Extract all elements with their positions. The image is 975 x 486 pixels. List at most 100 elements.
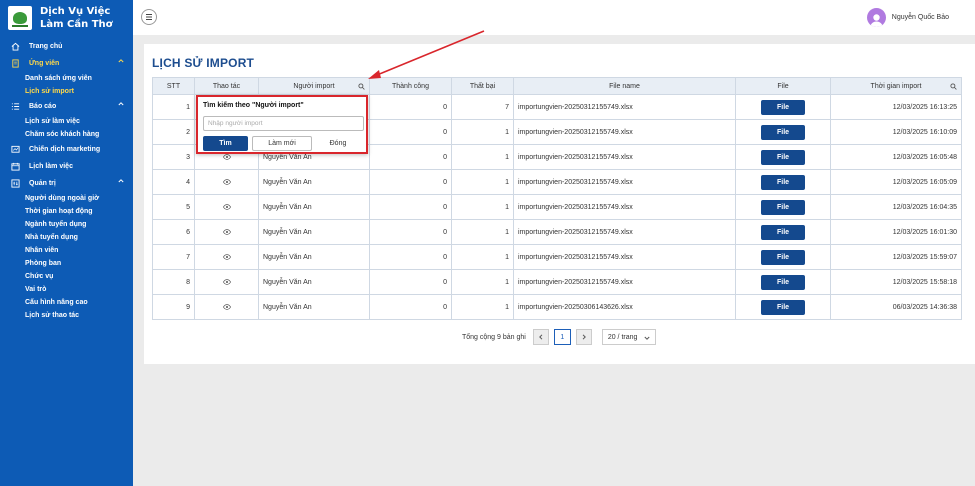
- col-header-importer-label: Người import: [293, 82, 335, 90]
- page-size-select[interactable]: 20 / trang: [601, 329, 656, 345]
- file-download-button[interactable]: File: [761, 299, 805, 315]
- col-header-success: Thành công: [369, 77, 452, 95]
- sidebar-item-thoi-gian-hoat-dong[interactable]: Thời gian hoạt động: [0, 205, 133, 218]
- sidebar-item-nganh-tuyen-dung[interactable]: Ngành tuyển dụng: [0, 218, 133, 231]
- sidebar-item-cham-soc-khach-hang[interactable]: Chăm sóc khách hàng: [0, 128, 133, 141]
- page-size-value: 20 / trang: [607, 333, 638, 341]
- cell-stt: 6: [152, 219, 195, 245]
- sidebar-item-cau-hinh-nang-cao[interactable]: Cấu hình nâng cao: [0, 296, 133, 309]
- cell-file-name: importungvien-20250312155749.xlsx: [513, 144, 736, 170]
- cell-success: 0: [369, 194, 452, 220]
- brand[interactable]: Dịch Vụ Việc Làm Cần Thơ: [0, 0, 133, 35]
- file-download-button[interactable]: File: [761, 174, 805, 190]
- cell-file-name: importungvien-20250306143626.xlsx: [513, 294, 736, 320]
- user-icon: [870, 14, 883, 27]
- sidebar-item-label: Người dùng ngoài giờ: [25, 195, 100, 202]
- sidebar-item-ung-vien[interactable]: Ứng viên: [0, 55, 133, 72]
- chevron-right-icon: [582, 334, 586, 340]
- sidebar-item-nha-tuyen-dung[interactable]: Nhà tuyển dụng: [0, 231, 133, 244]
- file-download-button[interactable]: File: [761, 224, 805, 240]
- list-icon: [11, 102, 20, 111]
- sidebar-item-label: Chiến dịch marketing: [29, 146, 101, 153]
- col-header-import-time[interactable]: Thời gian import: [830, 77, 962, 95]
- eye-icon[interactable]: [222, 253, 231, 261]
- sidebar-nav: Trang chủ Ứng viên Danh sách ứng viên Lịch …: [0, 38, 133, 322]
- cell-failed: 1: [451, 119, 514, 145]
- sidebar-item-label: Phòng ban: [25, 260, 62, 267]
- logo: [8, 5, 32, 30]
- sidebar-item-chien-dich-marketing[interactable]: Chiến dịch marketing: [0, 141, 133, 158]
- home-icon: [11, 42, 20, 51]
- sidebar-item-lich-su-thao-tac[interactable]: Lịch sử thao tác: [0, 309, 133, 322]
- eye-icon[interactable]: [222, 153, 231, 161]
- sidebar-item-nguoi-dung-ngoai-gio[interactable]: Người dùng ngoài giờ: [0, 192, 133, 205]
- user-menu[interactable]: Nguyễn Quốc Bảo: [866, 8, 949, 27]
- eye-icon[interactable]: [222, 203, 231, 211]
- sidebar-item-lich-lam-viec[interactable]: Lịch làm việc: [0, 158, 133, 175]
- table-row: 9 Nguyễn Văn An 0 1 importungvien-2025030614…: [152, 294, 962, 320]
- sidebar-item-vai-tro[interactable]: Vai trò: [0, 283, 133, 296]
- sidebar-item-chuc-vu[interactable]: Chức vụ: [0, 270, 133, 283]
- col-header-import-time-label: Thời gian import: [870, 82, 922, 90]
- file-download-button[interactable]: File: [761, 99, 805, 115]
- sidebar-item-label: Nhân viên: [25, 247, 59, 254]
- cell-stt: 2: [152, 119, 195, 145]
- table-row: 6 Nguyễn Văn An 0 1 importungvien-2025031215…: [152, 219, 962, 245]
- sidebar-item-label: Báo cáo: [29, 103, 57, 110]
- eye-icon[interactable]: [222, 303, 231, 311]
- eye-icon[interactable]: [222, 278, 231, 286]
- sidebar-item-lich-su-lam-viec[interactable]: Lịch sử làm việc: [0, 115, 133, 128]
- importer-search-input[interactable]: [203, 116, 364, 131]
- file-download-button[interactable]: File: [761, 249, 805, 265]
- sidebar-item-label: Nhà tuyển dụng: [25, 234, 78, 241]
- page-number-current[interactable]: 1: [553, 329, 571, 345]
- cell-import-time: 12/03/2025 16:10:09: [830, 119, 962, 145]
- page-title: LỊCH SỬ IMPORT: [152, 56, 255, 70]
- sidebar-item-label: Lịch làm việc: [29, 163, 73, 170]
- cell-actions: [194, 194, 259, 220]
- eye-icon[interactable]: [222, 228, 231, 236]
- cell-success: 0: [369, 219, 452, 245]
- cell-file-name: importungvien-20250312155749.xlsx: [513, 244, 736, 270]
- cell-file-name: importungvien-20250312155749.xlsx: [513, 219, 736, 245]
- close-button[interactable]: Đóng: [316, 136, 360, 151]
- eye-icon[interactable]: [222, 178, 231, 186]
- sidebar-item-nhan-vien[interactable]: Nhân viên: [0, 244, 133, 257]
- file-download-button[interactable]: File: [761, 199, 805, 215]
- sidebar-item-lich-su-import[interactable]: Lịch sử import: [0, 85, 133, 98]
- sidebar-item-label: Lịch sử thao tác: [25, 312, 80, 319]
- file-download-button[interactable]: File: [761, 274, 805, 290]
- reset-button[interactable]: Làm mới: [252, 136, 312, 151]
- cell-stt: 4: [152, 169, 195, 195]
- cell-file: File: [735, 294, 831, 320]
- cell-import-time: 12/03/2025 16:05:48: [830, 144, 962, 170]
- cell-file-name: importungvien-20250312155749.xlsx: [513, 269, 736, 295]
- sidebar-item-trang-chu[interactable]: Trang chủ: [0, 38, 133, 55]
- file-download-button[interactable]: File: [761, 124, 805, 140]
- cell-actions: [194, 219, 259, 245]
- next-page-button[interactable]: [575, 329, 592, 345]
- sidebar-item-label: Lịch sử import: [25, 88, 75, 95]
- sidebar-item-quan-tri[interactable]: Quản trị: [0, 175, 133, 192]
- prev-page-button[interactable]: [532, 329, 549, 345]
- cell-success: 0: [369, 94, 452, 120]
- search-icon[interactable]: [950, 83, 957, 90]
- file-download-button[interactable]: File: [761, 149, 805, 165]
- sidebar-item-label: Trang chủ: [29, 43, 63, 50]
- cell-failed: 1: [451, 169, 514, 195]
- search-icon[interactable]: [358, 83, 365, 90]
- document-icon: [11, 59, 20, 68]
- sidebar-item-phong-ban[interactable]: Phòng ban: [0, 257, 133, 270]
- menu-toggle-button[interactable]: [141, 9, 157, 25]
- cell-failed: 1: [451, 294, 514, 320]
- sidebar-item-bao-cao[interactable]: Báo cáo: [0, 98, 133, 115]
- search-button[interactable]: Tìm: [203, 136, 248, 151]
- cell-stt: 3: [152, 144, 195, 170]
- cell-import-time: 12/03/2025 16:01:30: [830, 219, 962, 245]
- chevron-up-icon: [118, 101, 124, 107]
- cell-actions: [194, 294, 259, 320]
- sidebar-item-danh-sach-ung-vien[interactable]: Danh sách ứng viên: [0, 72, 133, 85]
- main-card: LỊCH SỬ IMPORT STT Thao tác Người import…: [144, 44, 975, 364]
- col-header-importer[interactable]: Người import: [258, 77, 370, 95]
- cell-file: File: [735, 194, 831, 220]
